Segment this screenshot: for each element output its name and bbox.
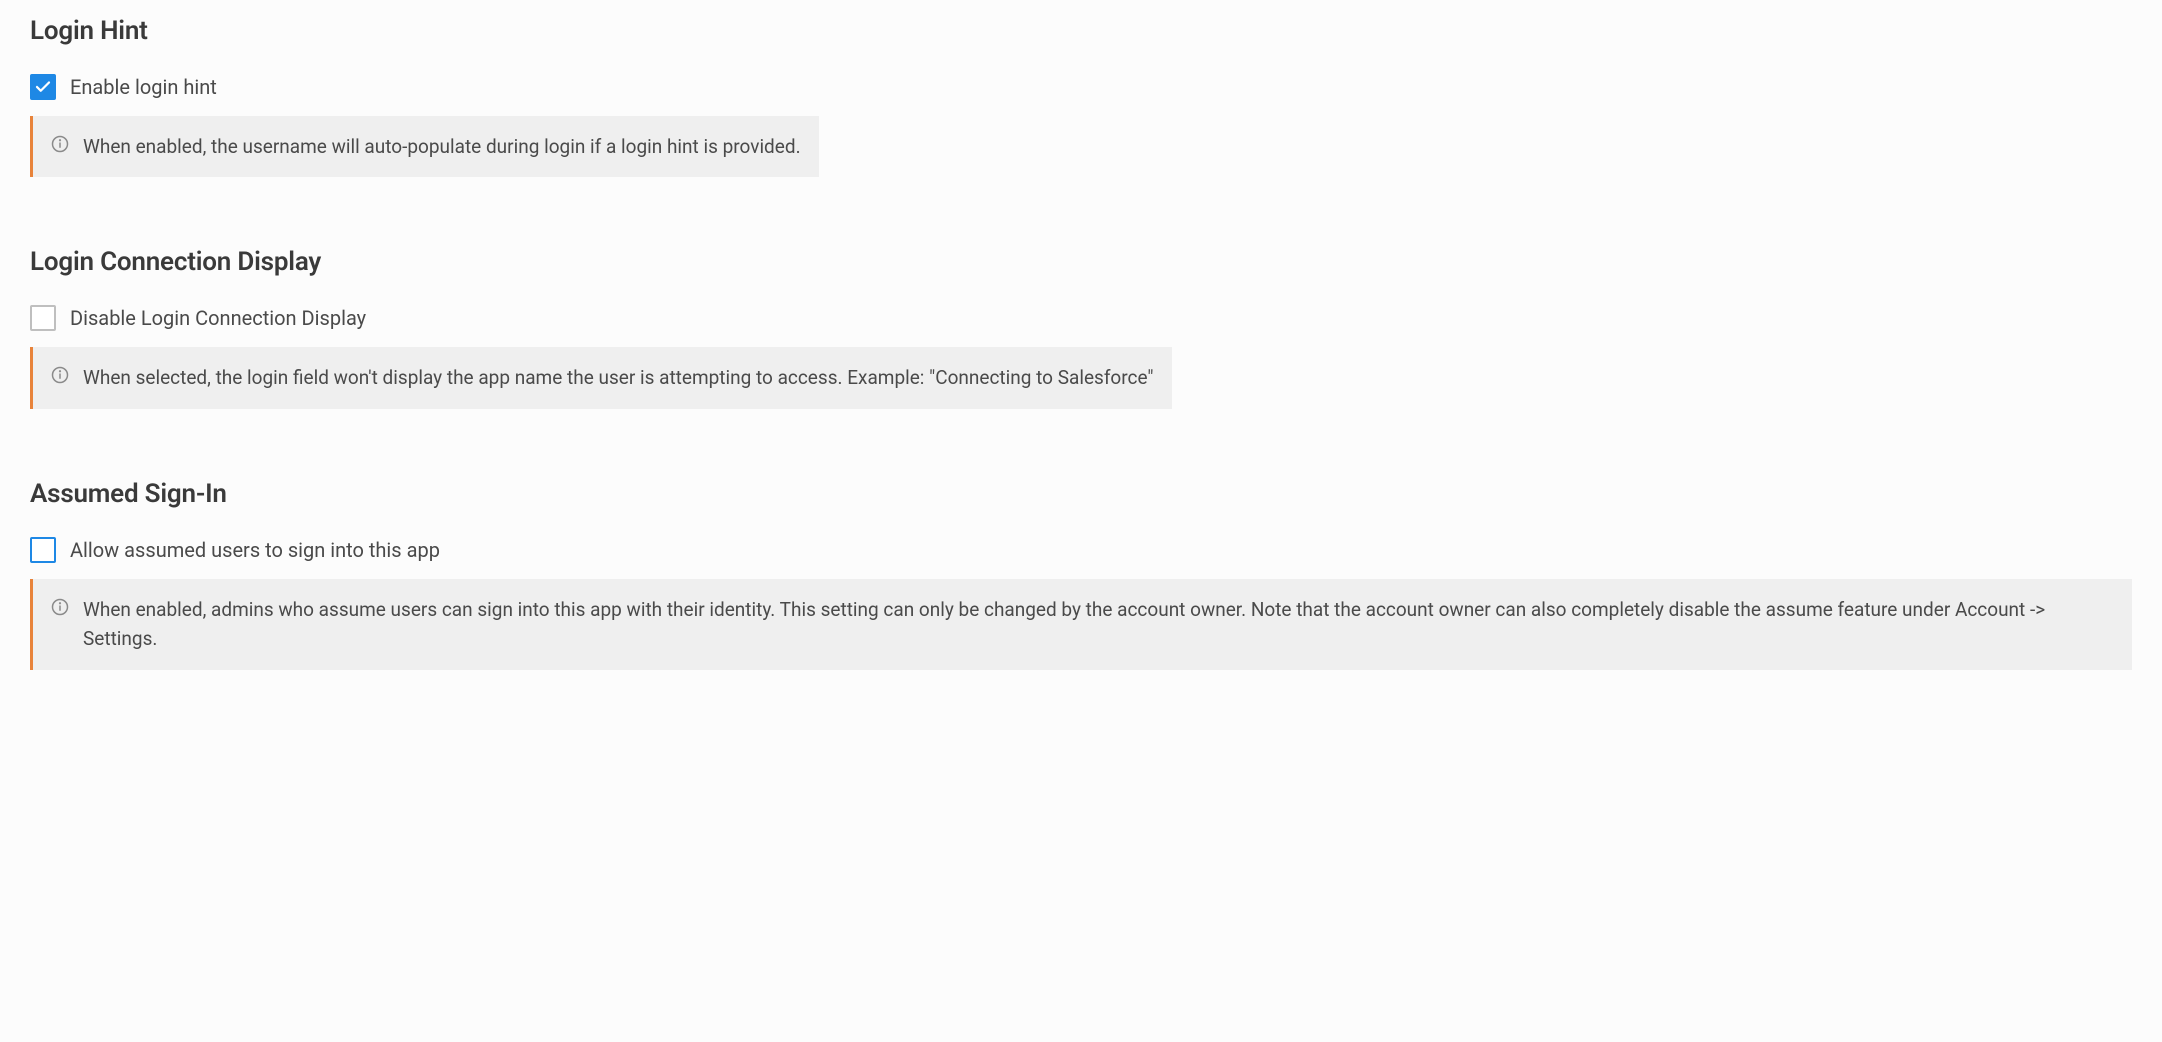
checkbox-label-enable-login-hint[interactable]: Enable login hint xyxy=(70,75,217,99)
info-text-login-connection-display: When selected, the login field won't dis… xyxy=(83,363,1154,392)
section-login-connection-display: Login Connection Display Disable Login C… xyxy=(30,247,2132,408)
info-callout-login-connection-display: When selected, the login field won't dis… xyxy=(30,347,1172,408)
section-title-login-connection-display: Login Connection Display xyxy=(30,247,2132,277)
info-text-login-hint: When enabled, the username will auto-pop… xyxy=(83,132,801,161)
checkbox-row-login-connection-display: Disable Login Connection Display xyxy=(30,305,2132,331)
section-title-assumed-sign-in: Assumed Sign-In xyxy=(30,479,2132,509)
checkbox-disable-login-connection-display[interactable] xyxy=(30,305,56,331)
info-icon xyxy=(51,135,69,153)
checkbox-row-login-hint: Enable login hint xyxy=(30,74,2132,100)
info-icon xyxy=(51,366,69,384)
checkbox-row-assumed-sign-in: Allow assumed users to sign into this ap… xyxy=(30,537,2132,563)
checkbox-label-allow-assumed-sign-in[interactable]: Allow assumed users to sign into this ap… xyxy=(70,538,440,562)
checkbox-enable-login-hint[interactable] xyxy=(30,74,56,100)
checkbox-label-disable-login-connection-display[interactable]: Disable Login Connection Display xyxy=(70,306,366,330)
section-title-login-hint: Login Hint xyxy=(30,16,2132,46)
checkmark-icon xyxy=(34,78,52,96)
info-text-assumed-sign-in: When enabled, admins who assume users ca… xyxy=(83,595,2114,654)
info-icon xyxy=(51,598,69,616)
info-callout-login-hint: When enabled, the username will auto-pop… xyxy=(30,116,819,177)
info-callout-assumed-sign-in: When enabled, admins who assume users ca… xyxy=(30,579,2132,670)
checkbox-allow-assumed-sign-in[interactable] xyxy=(30,537,56,563)
section-assumed-sign-in: Assumed Sign-In Allow assumed users to s… xyxy=(30,479,2132,670)
section-login-hint: Login Hint Enable login hint When enable… xyxy=(30,16,2132,177)
